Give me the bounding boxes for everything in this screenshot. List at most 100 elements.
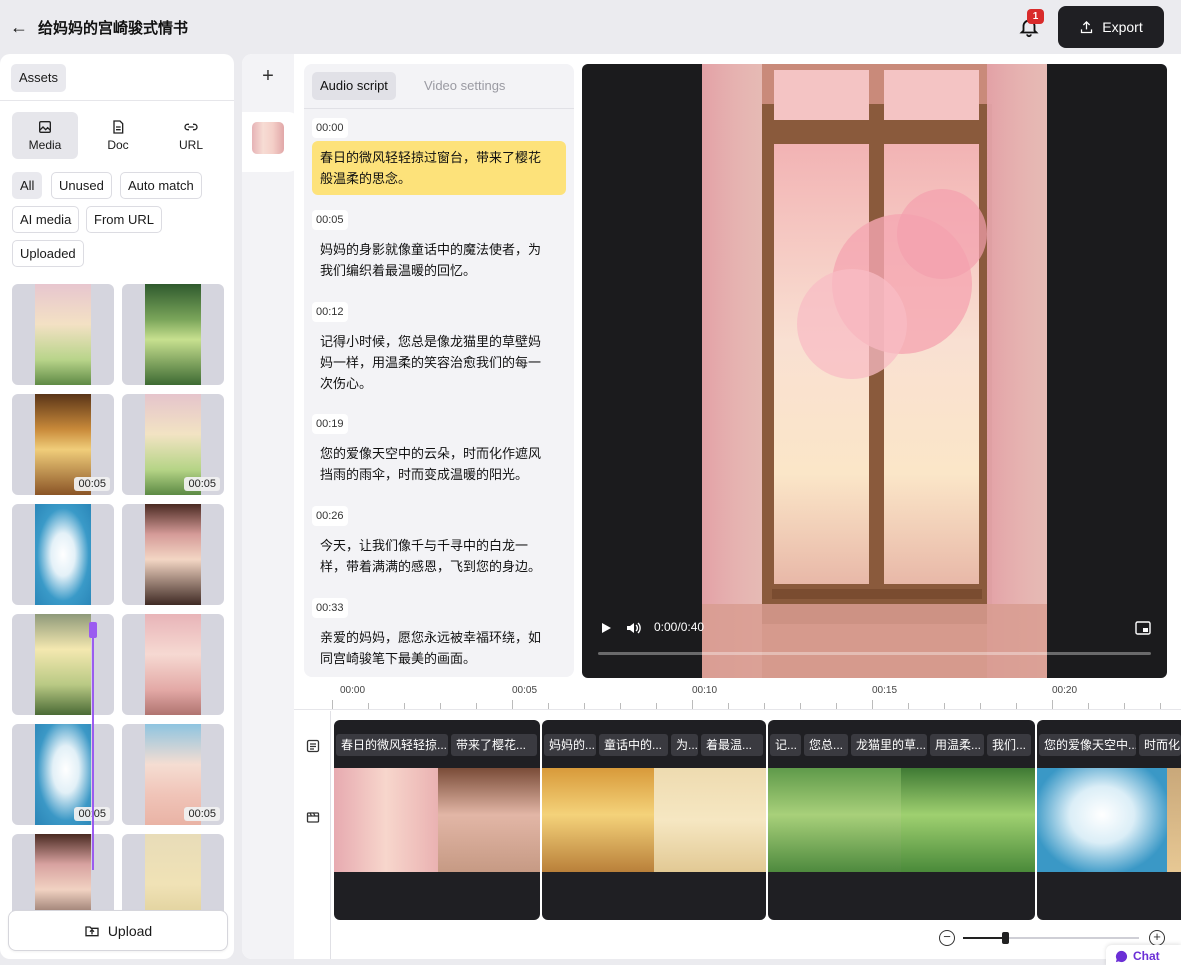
export-button[interactable]: Export <box>1058 6 1164 48</box>
media-thumbnail[interactable] <box>122 504 224 605</box>
tab-audio-script[interactable]: Audio script <box>312 72 396 100</box>
caption-chip[interactable]: 妈妈的... <box>544 734 596 756</box>
captions-track-icon <box>306 739 320 753</box>
segment-line: 您的爱像天空中的云朵，时而化作遮风 <box>320 446 542 461</box>
caption-chip[interactable]: 为... <box>671 734 698 756</box>
video-preview[interactable]: 0:00/0:40 <box>582 64 1167 678</box>
ruler-tick <box>836 703 837 709</box>
filter-unused[interactable]: Unused <box>51 172 112 199</box>
divider <box>0 100 234 101</box>
segment-line: 妈一样，用温柔的笑容治愈我们的每一 <box>320 355 542 370</box>
ruler-tick <box>728 703 729 709</box>
caption-chip[interactable]: 童话中的... <box>599 734 668 756</box>
playhead-line[interactable] <box>92 634 94 870</box>
clip-frame-image <box>438 768 540 872</box>
ruler-tick <box>332 700 333 709</box>
tab-doc-label: Doc <box>107 138 129 152</box>
segment-line: 同宫崎骏笔下最美的画面。 <box>320 651 477 666</box>
caption-chip[interactable]: 您的爱像天空中... <box>1039 734 1136 756</box>
video-track-icon <box>306 812 320 823</box>
back-arrow-icon[interactable]: ← <box>8 16 30 38</box>
tick-label: 00:20 <box>1052 685 1078 696</box>
filter-uploaded[interactable]: Uploaded <box>12 240 84 267</box>
media-thumbnail[interactable] <box>122 614 224 715</box>
ruler-tick <box>440 703 441 709</box>
tab-url[interactable]: URL <box>158 112 224 159</box>
script-segment[interactable]: 今天，让我们像千与千寻中的白龙一 样，带着满满的感恩，飞到您的身边。 <box>312 529 566 583</box>
zoom-in-icon[interactable]: + <box>1149 930 1165 946</box>
upload-icon <box>1081 20 1093 33</box>
chat-button[interactable]: Chat <box>1106 945 1181 965</box>
media-thumbnail[interactable]: 00:05 <box>122 394 224 495</box>
script-segment[interactable]: 记得小时候，您总是像龙猫里的草壁妈 妈一样，用温柔的笑容治愈我们的每一 次伤心。 <box>312 325 566 400</box>
tab-media[interactable]: Media <box>12 112 78 159</box>
caption-chip[interactable]: 龙猫里的草... <box>851 734 927 756</box>
timeline-ruler[interactable]: 00:00 00:05 00:10 00:15 00:20 <box>294 680 1181 710</box>
script-segment[interactable]: 您的爱像天空中的云朵，时而化作遮风 挡雨的雨伞，时而变成温暖的阳光。 <box>312 437 566 491</box>
divider <box>330 711 331 959</box>
caption-chip[interactable]: 带来了樱花... <box>451 734 537 756</box>
project-title: 给妈妈的宫崎骏式情书 <box>38 20 189 37</box>
timeline-clip[interactable]: 记... 您总... 龙猫里的草... 用温柔... 我们... <box>768 720 1035 920</box>
caption-chip[interactable]: 着最温... <box>701 734 763 756</box>
scene-selector[interactable] <box>242 112 302 172</box>
video-progress-bar[interactable] <box>598 652 1151 655</box>
add-scene-icon[interactable]: + <box>258 66 278 86</box>
segment-line: 次伤心。 <box>320 376 373 391</box>
volume-icon[interactable] <box>626 621 642 635</box>
ruler-tick <box>1016 703 1017 709</box>
tab-assets[interactable]: Assets <box>11 64 67 92</box>
chat-label: Chat <box>1133 949 1160 963</box>
script-segment[interactable]: 春日的微风轻轻掠过窗台，带来了樱花 般温柔的思念。 <box>312 141 566 195</box>
playback-time: 0:00/0:40 <box>654 620 705 634</box>
top-bar: ← 给妈妈的宫崎骏式情书 1 Export <box>0 0 1181 54</box>
filter-all[interactable]: All <box>12 172 43 199</box>
media-thumbnail[interactable]: 00:05 <box>12 394 114 495</box>
caption-chip[interactable]: 春日的微风轻轻掠... <box>336 734 448 756</box>
ruler-tick <box>548 703 549 709</box>
caption-chip[interactable]: 用温柔... <box>930 734 984 756</box>
zoom-out-icon[interactable]: − <box>939 930 955 946</box>
thumbnail-image <box>35 614 91 715</box>
upload-button[interactable]: Upload <box>8 910 228 951</box>
clip-frame-image <box>1167 768 1181 872</box>
script-segment[interactable]: 亲爱的妈妈，愿您永远被幸福环绕，如 同宫崎骏笔下最美的画面。 <box>312 621 566 675</box>
media-thumbnail[interactable] <box>12 284 114 385</box>
media-thumbnail[interactable] <box>12 504 114 605</box>
tab-video-settings[interactable]: Video settings <box>416 72 513 100</box>
media-thumbnail[interactable] <box>122 284 224 385</box>
tick-label: 00:05 <box>512 685 538 696</box>
thumbnail-image <box>35 504 91 605</box>
segment-timestamp: 00:12 <box>312 302 348 322</box>
script-segment[interactable]: 妈妈的身影就像童话中的魔法使者，为 我们编织着最温暖的回忆。 <box>312 233 566 287</box>
editor-main: + Audio script Video settings 00:00 春日的微… <box>242 54 1181 959</box>
play-icon[interactable] <box>600 622 612 634</box>
segment-timestamp: 00:05 <box>312 210 348 230</box>
caption-chip[interactable]: 我们... <box>987 734 1031 756</box>
picture-in-picture-icon[interactable] <box>1135 621 1151 635</box>
filter-auto-match[interactable]: Auto match <box>120 172 202 199</box>
filter-ai-media[interactable]: AI media <box>12 206 80 233</box>
caption-chip[interactable]: 时而化 <box>1139 734 1181 756</box>
segment-timestamp: 00:26 <box>312 506 348 526</box>
media-thumbnail[interactable]: 00:05 <box>122 724 224 825</box>
timeline-clip[interactable]: 春日的微风轻轻掠... 带来了樱花... <box>334 720 540 920</box>
thumbnail-image <box>35 284 91 385</box>
media-thumbnail[interactable] <box>12 614 114 715</box>
scene-thumbnail[interactable] <box>252 122 284 154</box>
caption-chip[interactable]: 您总... <box>804 734 848 756</box>
zoom-slider-handle[interactable] <box>1002 932 1010 944</box>
thumbnail-image <box>145 284 201 385</box>
timeline-clip[interactable]: 妈妈的... 童话中的... 为... 着最温... <box>542 720 766 920</box>
filter-from-url[interactable]: From URL <box>86 206 162 233</box>
tab-doc[interactable]: Doc <box>85 112 151 159</box>
caption-chip[interactable]: 记... <box>770 734 801 756</box>
scene-rail <box>242 54 294 959</box>
ruler-tick <box>512 700 513 709</box>
ruler-tick <box>584 703 585 709</box>
ruler-tick <box>1124 703 1125 709</box>
thumbnail-image <box>145 614 201 715</box>
zoom-slider-fill <box>963 937 1006 939</box>
timeline-clip[interactable]: 您的爱像天空中... 时而化 <box>1037 720 1181 920</box>
media-thumbnail[interactable]: 00:05 <box>12 724 114 825</box>
